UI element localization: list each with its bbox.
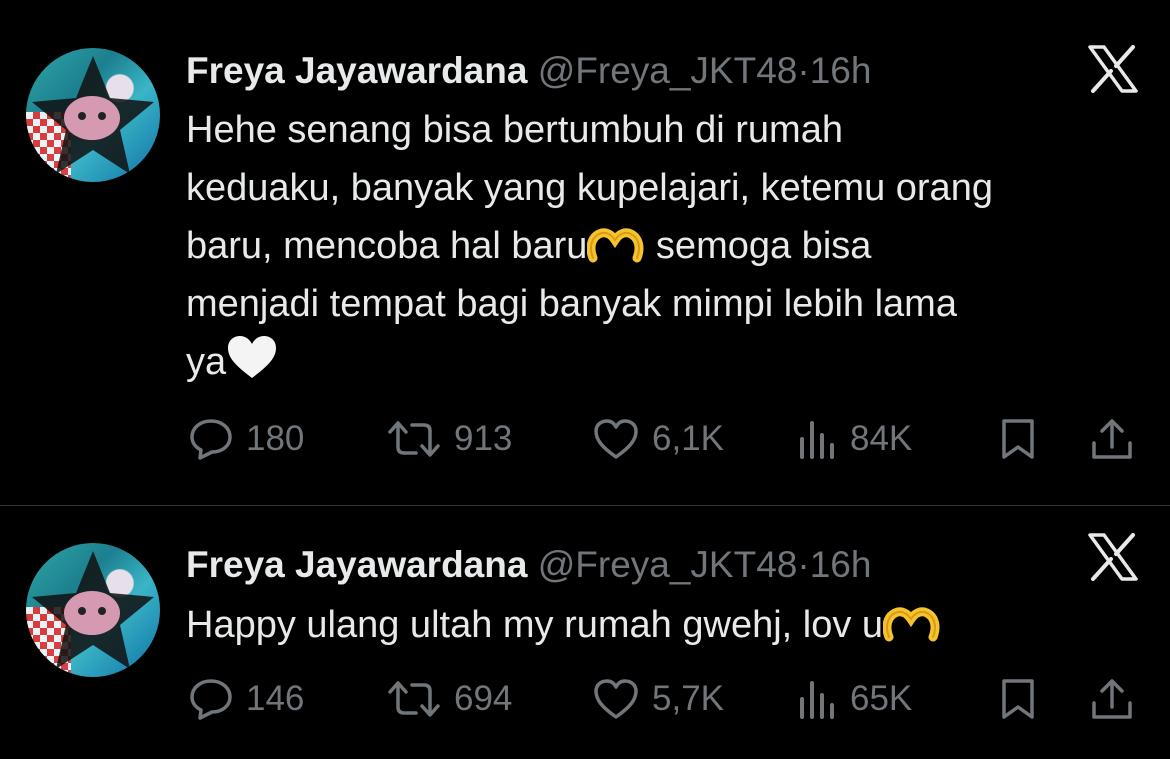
tweet-header: Freya Jayawardana @Freya_JKT48·16h — [186, 545, 871, 585]
author-name[interactable]: Freya Jayawardana — [186, 544, 527, 585]
tweet-text-segment: semoga bisa — [645, 225, 872, 267]
separator-dot: · — [797, 50, 810, 91]
tweet-text-segment: baru, mencoba hal baru — [186, 225, 588, 267]
tweet-header: Freya Jayawardana @Freya_JKT48·16h — [186, 51, 871, 91]
like-button[interactable]: 5,7K — [592, 675, 724, 723]
views-count: 84K — [850, 419, 913, 458]
tweet-card[interactable]: Freya Jayawardana @Freya_JKT48·16h Happy… — [0, 506, 1170, 759]
views-button[interactable]: 84K — [798, 415, 912, 463]
repost-icon — [388, 681, 440, 717]
avatar[interactable] — [26, 48, 160, 182]
bookmark-button[interactable] — [998, 675, 1038, 723]
share-button[interactable] — [1090, 675, 1134, 723]
repost-icon — [388, 421, 440, 457]
tweet-text-line: keduaku, banyak yang kupelajari, ketemu … — [186, 167, 993, 209]
tweet-actions: 180 913 6,1K 84K — [0, 415, 1170, 463]
repost-button[interactable]: 694 — [386, 675, 512, 723]
reply-button[interactable]: 146 — [188, 675, 304, 723]
views-count: 65K — [850, 679, 913, 718]
repost-count: 694 — [454, 679, 513, 718]
repost-count: 913 — [454, 419, 513, 458]
share-icon — [1092, 679, 1132, 719]
tweet-text-line: baru, mencoba hal baru semoga bisa — [186, 217, 1156, 275]
like-count: 6,1K — [652, 419, 724, 458]
reply-icon — [190, 419, 232, 460]
like-button[interactable]: 6,1K — [592, 415, 724, 463]
heart-hands-emoji — [587, 228, 644, 263]
views-icon — [800, 421, 834, 459]
tweet-card[interactable]: Freya Jayawardana @Freya_JKT48·16h Hehe … — [0, 0, 1170, 505]
reply-button[interactable]: 180 — [188, 415, 304, 463]
tweet-text-line: Happy ulang ultah my rumah gwehj, lov u — [186, 596, 1156, 654]
tweet-text-line: menjadi tempat bagi banyak mimpi lebih l… — [186, 283, 957, 325]
x-logo-icon — [1088, 45, 1138, 93]
avatar[interactable] — [26, 543, 160, 677]
tweet-text-segment: ya — [186, 341, 227, 383]
tweet-text-segment: Happy ulang ultah my rumah gwehj, lov u — [186, 604, 884, 646]
repost-button[interactable]: 913 — [386, 415, 512, 463]
views-icon — [800, 681, 834, 719]
author-handle[interactable]: @Freya_JKT48 — [538, 50, 798, 91]
reply-count: 146 — [246, 679, 305, 718]
separator-dot: · — [797, 544, 810, 585]
share-button[interactable] — [1090, 415, 1134, 463]
author-handle[interactable]: @Freya_JKT48 — [538, 544, 798, 585]
timestamp[interactable]: 16h — [810, 50, 872, 91]
like-icon — [594, 679, 638, 719]
author-name[interactable]: Freya Jayawardana — [186, 50, 527, 91]
timestamp[interactable]: 16h — [810, 544, 872, 585]
tweet-actions: 146 694 5,7K 65K — [0, 675, 1170, 723]
tweet-text: Happy ulang ultah my rumah gwehj, lov u — [186, 596, 1156, 654]
share-icon — [1092, 419, 1132, 459]
white-heart-emoji — [228, 336, 277, 378]
bookmark-icon — [1002, 419, 1034, 459]
heart-hands-emoji — [883, 607, 940, 642]
bookmark-button[interactable] — [998, 415, 1038, 463]
tweet-text: Hehe senang bisa bertumbuh di rumah kedu… — [186, 101, 1156, 391]
bookmark-icon — [1002, 679, 1034, 719]
like-icon — [594, 419, 638, 459]
views-button[interactable]: 65K — [798, 675, 912, 723]
reply-icon — [190, 679, 232, 720]
like-count: 5,7K — [652, 679, 724, 718]
x-logo-icon — [1088, 533, 1138, 581]
reply-count: 180 — [246, 419, 305, 458]
tweet-text-line: ya — [186, 333, 1156, 391]
tweet-text-line: Hehe senang bisa bertumbuh di rumah — [186, 109, 843, 151]
